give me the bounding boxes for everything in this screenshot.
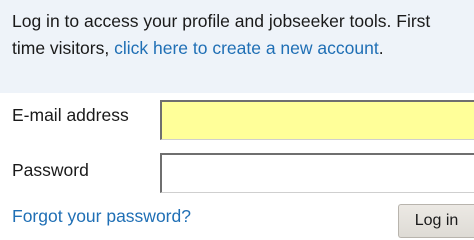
password-label: Password	[12, 160, 89, 180]
forgot-password-link[interactable]: Forgot your password?	[12, 206, 191, 227]
email-label: E-mail address	[12, 105, 129, 125]
login-button[interactable]: Log in	[398, 204, 474, 238]
create-account-link[interactable]: click here to create a new account	[114, 38, 379, 58]
login-intro-box: Log in to access your profile and jobsee…	[0, 0, 474, 93]
email-field[interactable]	[160, 100, 474, 140]
intro-text-end: .	[378, 38, 384, 58]
password-field[interactable]	[160, 153, 474, 193]
